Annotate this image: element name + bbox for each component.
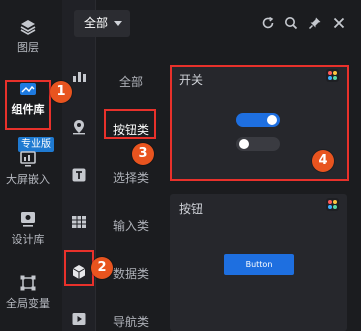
nav-item-layers[interactable]: 图层 (0, 18, 56, 55)
refresh-icon[interactable] (261, 16, 275, 30)
highlight-cube-category (64, 250, 94, 286)
close-icon[interactable] (332, 16, 346, 30)
global-variables-icon (20, 275, 36, 291)
step-marker-1: 1 (50, 81, 72, 103)
nav-label-layers: 图层 (17, 41, 39, 54)
design-library-icon (21, 212, 35, 227)
video-icon[interactable] (71, 311, 87, 327)
map-pin-icon[interactable] (71, 119, 87, 135)
button-preview: Button (224, 254, 294, 275)
scope-select[interactable]: 全部 (74, 10, 130, 37)
app-grid-icon (326, 198, 339, 211)
layers-icon (20, 20, 36, 35)
category-select[interactable]: 选择类 (100, 169, 162, 186)
category-navigation[interactable]: 导航类 (100, 313, 162, 330)
bar-chart-icon[interactable] (71, 68, 87, 84)
nav-label-global-variables: 全局变量 (6, 297, 50, 310)
main-sidebar: 图层 组件库 专业版 大屏嵌入 设计库 全局变量 (0, 0, 56, 331)
step-marker-2: 2 (91, 257, 113, 279)
highlight-button-category (104, 109, 156, 139)
scope-select-value: 全部 (84, 16, 109, 30)
nav-item-global-variables[interactable]: 全局变量 (0, 274, 56, 311)
nav-label-design-library: 设计库 (11, 233, 45, 246)
nav-item-design-library[interactable]: 设计库 (0, 210, 56, 247)
category-list: 全部 按钮类 选择类 输入类 数据类 导航类 (100, 60, 162, 331)
step-marker-3: 3 (132, 143, 154, 165)
search-icon[interactable] (284, 16, 298, 30)
category-input[interactable]: 输入类 (100, 217, 162, 234)
table-icon[interactable] (71, 214, 87, 230)
text-icon[interactable] (71, 167, 87, 183)
screen-embed-icon (20, 151, 36, 167)
category-all[interactable]: 全部 (100, 73, 162, 90)
nav-label-screen-embed: 大屏嵌入 (6, 173, 50, 186)
highlight-components-nav (5, 80, 51, 130)
card-title: 按钮 (179, 202, 204, 216)
step-marker-4: 4 (312, 150, 334, 172)
nav-item-screen-embed[interactable]: 大屏嵌入 (0, 150, 56, 187)
chevron-down-icon (114, 21, 122, 26)
pin-icon[interactable] (308, 16, 322, 30)
